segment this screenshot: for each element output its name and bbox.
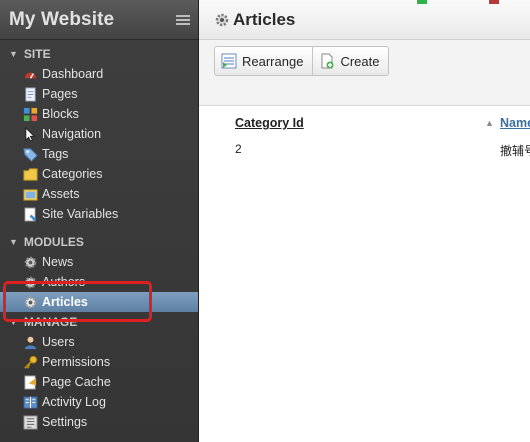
rearrange-button[interactable]: Rearrange [214,46,314,76]
pages-icon [25,86,36,102]
collapse-triangle-icon: ▼ [9,317,18,327]
table-cell-category-id: 2 [235,142,242,156]
section-header-modules[interactable]: ▼ MODULES [0,232,198,252]
sidebar-item-settings[interactable]: Settings [0,412,198,432]
column-header-category-id[interactable]: Category Id [235,116,304,130]
column-header-name[interactable]: Name [500,116,530,130]
table-cell-name[interactable]: 撤辅号 [500,142,530,159]
section-header-manage[interactable]: ▼ MANAGE [0,312,198,332]
sort-ascending-icon[interactable]: ▲ [485,118,494,128]
menu-icon[interactable] [176,14,190,26]
log-icon [23,395,38,409]
new-document-icon [321,53,334,69]
folder-icon [23,167,38,181]
sidebar-item-articles[interactable]: Articles [0,292,198,312]
variables-icon [24,206,37,222]
sidebar-item-categories[interactable]: Categories [0,164,198,184]
gear-icon [215,13,229,26]
title-bar: Articles [199,0,530,40]
collapse-triangle-icon: ▼ [9,49,18,59]
create-button[interactable]: Create [313,46,390,76]
cache-icon [24,374,37,390]
action-button-group: Rearrange Create [214,46,390,76]
assets-icon [23,188,38,201]
gear-icon [24,276,37,288]
section-header-site[interactable]: ▼ SITE [0,44,198,64]
sidebar-item-permissions[interactable]: Permissions [0,352,198,372]
sidebar-item-users[interactable]: Users [0,332,198,352]
sidebar-item-page-cache[interactable]: Page Cache [0,372,198,392]
status-indicator [417,0,427,4]
sidebar-item-blocks[interactable]: Blocks [0,104,198,124]
sidebar-item-pages[interactable]: Pages [0,84,198,104]
toolbar: Rearrange Create [199,40,530,106]
brand-bar: My Website [0,0,198,40]
sidebar-item-navigation[interactable]: Navigation [0,124,198,144]
gear-icon [24,256,37,268]
status-indicator [489,0,499,4]
gear-icon [24,296,37,308]
page-title: Articles [233,9,296,29]
sidebar-item-authors[interactable]: Authors [0,272,198,292]
settings-icon [23,414,38,430]
rearrange-icon [221,53,237,69]
tag-icon [23,147,38,162]
site-title[interactable]: My Website [9,9,114,31]
sidebar-item-dashboard[interactable]: Dashboard [0,64,198,84]
sidebar-item-activity-log[interactable]: Activity Log [0,392,198,412]
collapse-triangle-icon: ▼ [9,237,18,247]
sidebar-item-news[interactable]: News [0,252,198,272]
blocks-icon [23,107,38,121]
sidebar: My Website ▼ SITE Dashboard Pages Blocks… [0,0,199,442]
sidebar-item-site-variables[interactable]: Site Variables [0,204,198,224]
dashboard-icon [24,72,37,79]
user-icon [24,336,37,349]
navigation-icon [25,126,36,142]
main-content: Articles Rearrange Create Category Id ▲ … [199,0,530,442]
key-icon [24,355,38,369]
sidebar-item-assets[interactable]: Assets [0,184,198,204]
sidebar-item-tags[interactable]: Tags [0,144,198,164]
